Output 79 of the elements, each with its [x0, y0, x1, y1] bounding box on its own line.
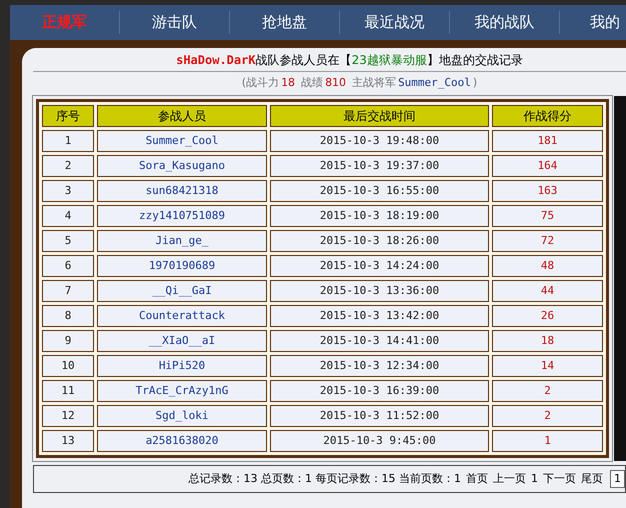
table-cell: 44 — [492, 280, 603, 302]
table-cell: 2015-10-3 11:52:00 — [270, 405, 489, 427]
table-cell: 2015-10-3 16:55:00 — [270, 180, 489, 202]
stats-text: 战绩 — [301, 74, 324, 91]
table-cell: Jian_ge_ — [97, 230, 267, 252]
table-cell: 2015-10-3 19:48:00 — [270, 130, 489, 152]
table-cell: 181 — [492, 130, 603, 152]
table-cell: 2 — [42, 155, 94, 177]
table-cell: 2015-10-3 18:19:00 — [270, 205, 489, 227]
pager-link[interactable]: 尾页 — [581, 470, 603, 488]
table-cell: zzy1410751089 — [97, 205, 267, 227]
table-cell: TrAcE_CrAzy1nG — [97, 380, 267, 402]
nav-link[interactable]: 我的战队 — [450, 11, 560, 34]
table-cell: 2015-10-3 13:36:00 — [270, 280, 489, 302]
table-cell: 2 — [492, 405, 603, 427]
table-cell: 2015-10-3 19:37:00 — [270, 155, 489, 177]
pager-link[interactable]: 首页 — [466, 470, 488, 488]
current-page: 1 — [531, 470, 538, 487]
table-cell: __Qi__GaI — [97, 280, 267, 302]
table-cell: 9 — [42, 330, 94, 352]
table-cell: 75 — [492, 205, 603, 227]
table-cell: a2581638020 — [97, 430, 267, 452]
stats-text: (战斗力 — [242, 74, 280, 91]
table-cell: 11 — [42, 380, 94, 402]
table-cell: 2015-10-3 18:26:00 — [270, 230, 489, 252]
table-cell: Summer_Cool — [97, 130, 267, 152]
column-header: 作战得分 — [492, 105, 603, 127]
nav-link[interactable]: 游击队 — [120, 11, 230, 34]
table-cell: 7 — [42, 280, 94, 302]
table-cell: 2015-10-3 12:34:00 — [270, 355, 489, 377]
table-cell: 163 — [492, 180, 603, 202]
table-cell: 1 — [42, 130, 94, 152]
pager-link[interactable]: 下一页 — [543, 470, 576, 488]
table-cell: 3 — [42, 180, 94, 202]
stats-text: ) — [472, 74, 478, 91]
table-cell: 72 — [492, 230, 603, 252]
team-name: sHaDow.DarK — [176, 52, 256, 68]
table-cell: 14 — [492, 355, 603, 377]
table-cell: 2015-10-3 14:24:00 — [270, 255, 489, 277]
territory-name: 23越狱暴动服 — [352, 52, 427, 68]
heading-text: 】地盘的交战记录 — [426, 52, 523, 68]
table-cell: 2 — [492, 380, 603, 402]
table-cell: 13 — [42, 430, 94, 452]
power-value: 18 — [281, 74, 296, 91]
table-cell: __XIaO__aI — [97, 330, 267, 352]
table-cell: 6 — [42, 255, 94, 277]
column-header: 序号 — [42, 105, 94, 127]
table-cell: 12 — [42, 405, 94, 427]
nav-link[interactable]: 我的 — [560, 11, 620, 34]
table-cell: 2015-10-3 16:39:00 — [270, 380, 489, 402]
nav-link[interactable]: 抢地盘 — [230, 11, 340, 34]
table-cell: 1970190689 — [97, 255, 267, 277]
table-cell: Sgd_loki — [97, 405, 267, 427]
table-cell: Sora_Kasugano — [97, 155, 267, 177]
nav-link[interactable]: 最近战况 — [340, 11, 450, 34]
pager-summary: 总记录数：13 总页数：1 每页记录数：15 当前页数：1 — [188, 470, 461, 487]
table-cell: 2015-10-3 9:45:00 — [270, 430, 489, 452]
table-cell: 2015-10-3 13:42:00 — [270, 305, 489, 327]
table-cell: 164 — [492, 155, 603, 177]
pager-link[interactable]: 上一页 — [493, 470, 526, 488]
table-cell: HiPi520 — [97, 355, 267, 377]
general-name: Summer_Cool — [398, 74, 471, 91]
table-cell: 1 — [492, 430, 603, 452]
table-cell: 26 — [492, 305, 603, 327]
table-cell: 18 — [492, 330, 603, 352]
table-cell: sun68421318 — [97, 180, 267, 202]
record-value: 810 — [325, 74, 346, 91]
table-cell: 4 — [42, 205, 94, 227]
column-header: 最后交战时间 — [270, 105, 489, 127]
table-cell: 5 — [42, 230, 94, 252]
column-header: 参战人员 — [97, 105, 267, 127]
heading-text: 战队参战人员在【 — [256, 52, 352, 68]
table-cell: 10 — [42, 355, 94, 377]
stats-text: 主战将军 — [352, 74, 396, 91]
page-field[interactable]: 1 — [610, 470, 625, 488]
table-cell: 8 — [42, 305, 94, 327]
table-cell: 48 — [492, 255, 603, 277]
table-cell: Counterattack — [97, 305, 267, 327]
table-cell: 2015-10-3 14:41:00 — [270, 330, 489, 352]
